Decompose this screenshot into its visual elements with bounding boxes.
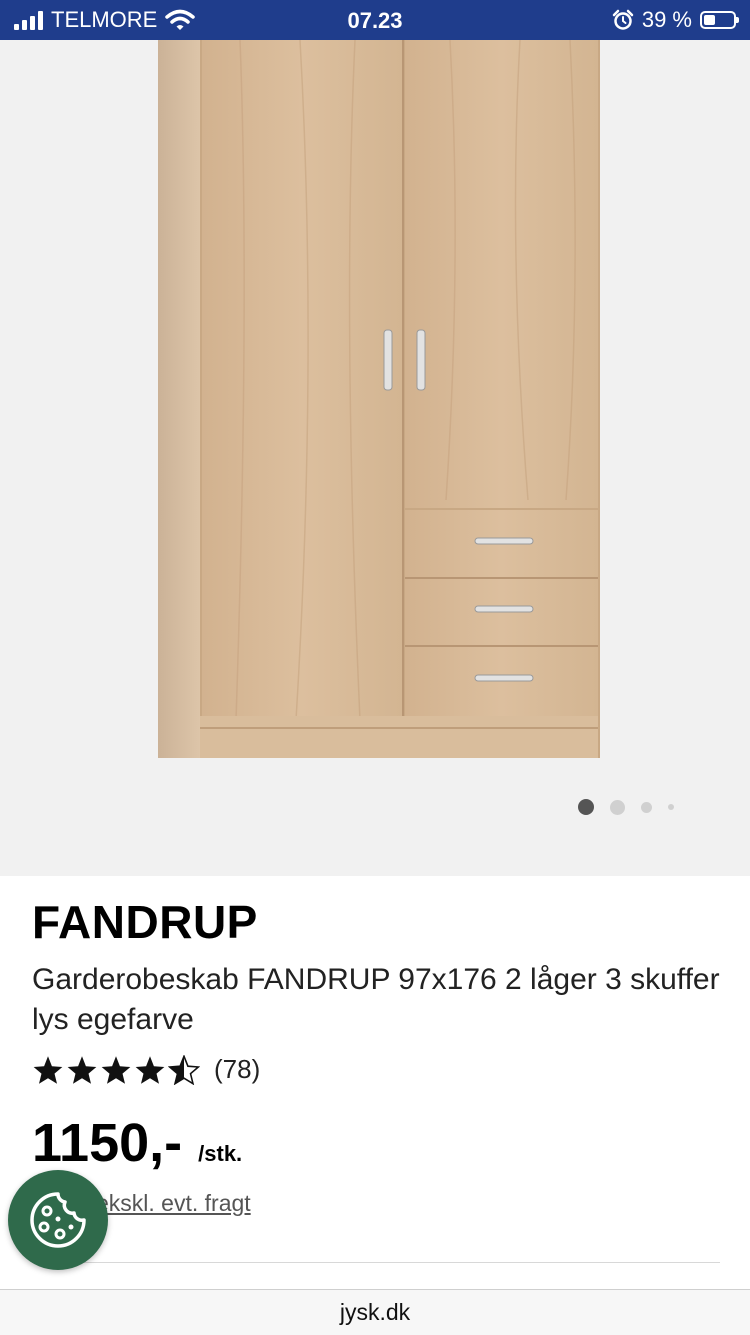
cookie-settings-button[interactable] — [8, 1170, 108, 1270]
product-image[interactable] — [0, 40, 750, 876]
review-count[interactable]: (78) — [214, 1054, 260, 1085]
price-row: 1150,- /stk. — [32, 1112, 242, 1174]
freight-link[interactable]: ekskl. evt. fragt — [96, 1190, 251, 1217]
gallery-dot-1[interactable] — [578, 799, 594, 815]
gallery-dot-3[interactable] — [641, 801, 652, 813]
star-icon — [135, 1055, 165, 1084]
gallery-pagination[interactable] — [578, 799, 674, 815]
battery-icon — [700, 11, 739, 29]
star-icon — [101, 1055, 131, 1084]
product-description: Garderobeskab FANDRUP 97x176 2 låger 3 s… — [32, 963, 720, 1036]
alarm-icon — [612, 9, 634, 30]
status-right: 39 % — [612, 7, 739, 33]
divider — [32, 1262, 720, 1263]
browser-url-bar[interactable]: jysk.dk — [0, 1289, 750, 1335]
gallery-dot-2[interactable] — [610, 799, 625, 815]
rating[interactable]: (78) — [32, 1054, 260, 1085]
product-image-gallery[interactable] — [0, 40, 750, 876]
price-unit: /stk. — [198, 1141, 243, 1166]
cookie-icon — [30, 1192, 86, 1248]
product-title: FANDRUP — [32, 896, 258, 948]
star-icon — [67, 1055, 97, 1084]
status-bar: TELMORE 07.23 39 % — [0, 0, 750, 40]
star-icon — [33, 1055, 63, 1084]
battery-percent: 39 % — [641, 7, 692, 32]
price: 1150,- — [32, 1113, 183, 1173]
gallery-dot-4[interactable] — [668, 804, 674, 810]
half-star-icon — [168, 1054, 200, 1085]
url-text[interactable]: jysk.dk — [340, 1299, 410, 1325]
